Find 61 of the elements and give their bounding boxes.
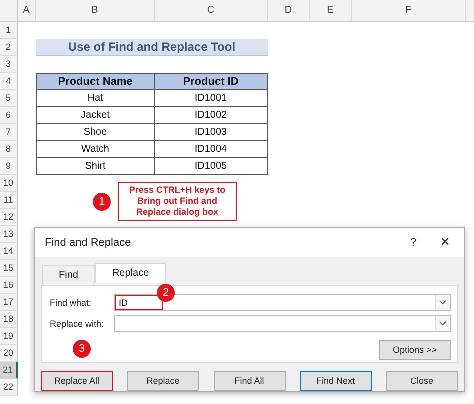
column-heading: Product ID bbox=[155, 73, 268, 90]
row-header[interactable]: 9 bbox=[0, 158, 18, 175]
select-all-corner[interactable] bbox=[0, 0, 18, 22]
row-header[interactable]: 17 bbox=[0, 294, 18, 311]
table-cell: ID1003 bbox=[155, 124, 268, 141]
column-heading: Product Name bbox=[36, 73, 155, 90]
combo-field[interactable] bbox=[114, 315, 451, 332]
column-header[interactable]: F bbox=[352, 0, 466, 22]
table-cell: ID1005 bbox=[155, 158, 268, 175]
row-header[interactable]: 6 bbox=[0, 107, 18, 124]
row-header[interactable]: 7 bbox=[0, 124, 18, 141]
dialog-button[interactable]: Find Next bbox=[300, 371, 372, 391]
row-header[interactable]: 8 bbox=[0, 141, 18, 158]
row-header[interactable]: 18 bbox=[0, 311, 18, 328]
row-header[interactable]: 22 bbox=[0, 379, 18, 396]
row-header[interactable]: 13 bbox=[0, 226, 18, 243]
help-button[interactable]: ? bbox=[400, 236, 427, 248]
row-header[interactable]: 14 bbox=[0, 243, 18, 260]
row-header[interactable]: 15 bbox=[0, 260, 18, 277]
row-header[interactable]: 1 bbox=[0, 22, 18, 39]
table-cell: Watch bbox=[36, 141, 155, 158]
column-header[interactable]: C bbox=[155, 0, 268, 22]
column-header[interactable]: E bbox=[310, 0, 352, 22]
field-label: Find what: bbox=[50, 298, 93, 308]
dialog-button[interactable]: Replace bbox=[127, 371, 200, 391]
row-header[interactable]: 2 bbox=[0, 39, 18, 56]
table-cell: Jacket bbox=[36, 107, 155, 124]
options-button[interactable]: Options >> bbox=[379, 340, 451, 360]
step-badge: 1 bbox=[93, 193, 111, 211]
table-cell: ID1002 bbox=[155, 107, 268, 124]
dropdown-icon[interactable] bbox=[435, 316, 450, 331]
row-header[interactable]: 20 bbox=[0, 345, 18, 362]
tab[interactable]: Find bbox=[42, 265, 96, 285]
row-header[interactable]: 19 bbox=[0, 328, 18, 345]
sheet-title: Use of Find and Replace Tool bbox=[36, 39, 268, 56]
table-cell: ID1004 bbox=[155, 141, 268, 158]
row-header[interactable]: 12 bbox=[0, 209, 18, 226]
dialog-button[interactable]: Close bbox=[386, 371, 458, 391]
dropdown-icon[interactable] bbox=[435, 295, 450, 310]
field-label: Replace with: bbox=[50, 318, 106, 328]
dialog-button[interactable]: Replace All bbox=[41, 371, 113, 391]
column-header[interactable]: B bbox=[36, 0, 155, 22]
dialog-title: Find and Replace bbox=[45, 236, 132, 248]
close-button[interactable]: × bbox=[436, 234, 454, 252]
dialog-button[interactable]: Find All bbox=[214, 371, 286, 391]
row-header[interactable]: 16 bbox=[0, 277, 18, 294]
row-header[interactable]: 4 bbox=[0, 73, 18, 90]
table-cell: Shoe bbox=[36, 124, 155, 141]
row-header[interactable]: 21 bbox=[0, 362, 18, 379]
row-header[interactable]: 3 bbox=[0, 56, 18, 73]
table-cell: ID1001 bbox=[155, 90, 268, 107]
column-header[interactable]: A bbox=[18, 0, 36, 22]
row-header[interactable]: 5 bbox=[0, 90, 18, 107]
table-cell: Hat bbox=[36, 90, 155, 107]
instruction-note: Press CTRL+H keys to Bring out Find and Replace dialog box bbox=[118, 182, 237, 221]
column-header[interactable]: D bbox=[268, 0, 310, 22]
text-input[interactable]: ID bbox=[115, 295, 163, 310]
tab[interactable]: Replace bbox=[95, 263, 166, 283]
row-header[interactable]: 11 bbox=[0, 192, 18, 209]
row-header[interactable]: 10 bbox=[0, 175, 18, 192]
table-cell: Shirt bbox=[36, 158, 155, 175]
